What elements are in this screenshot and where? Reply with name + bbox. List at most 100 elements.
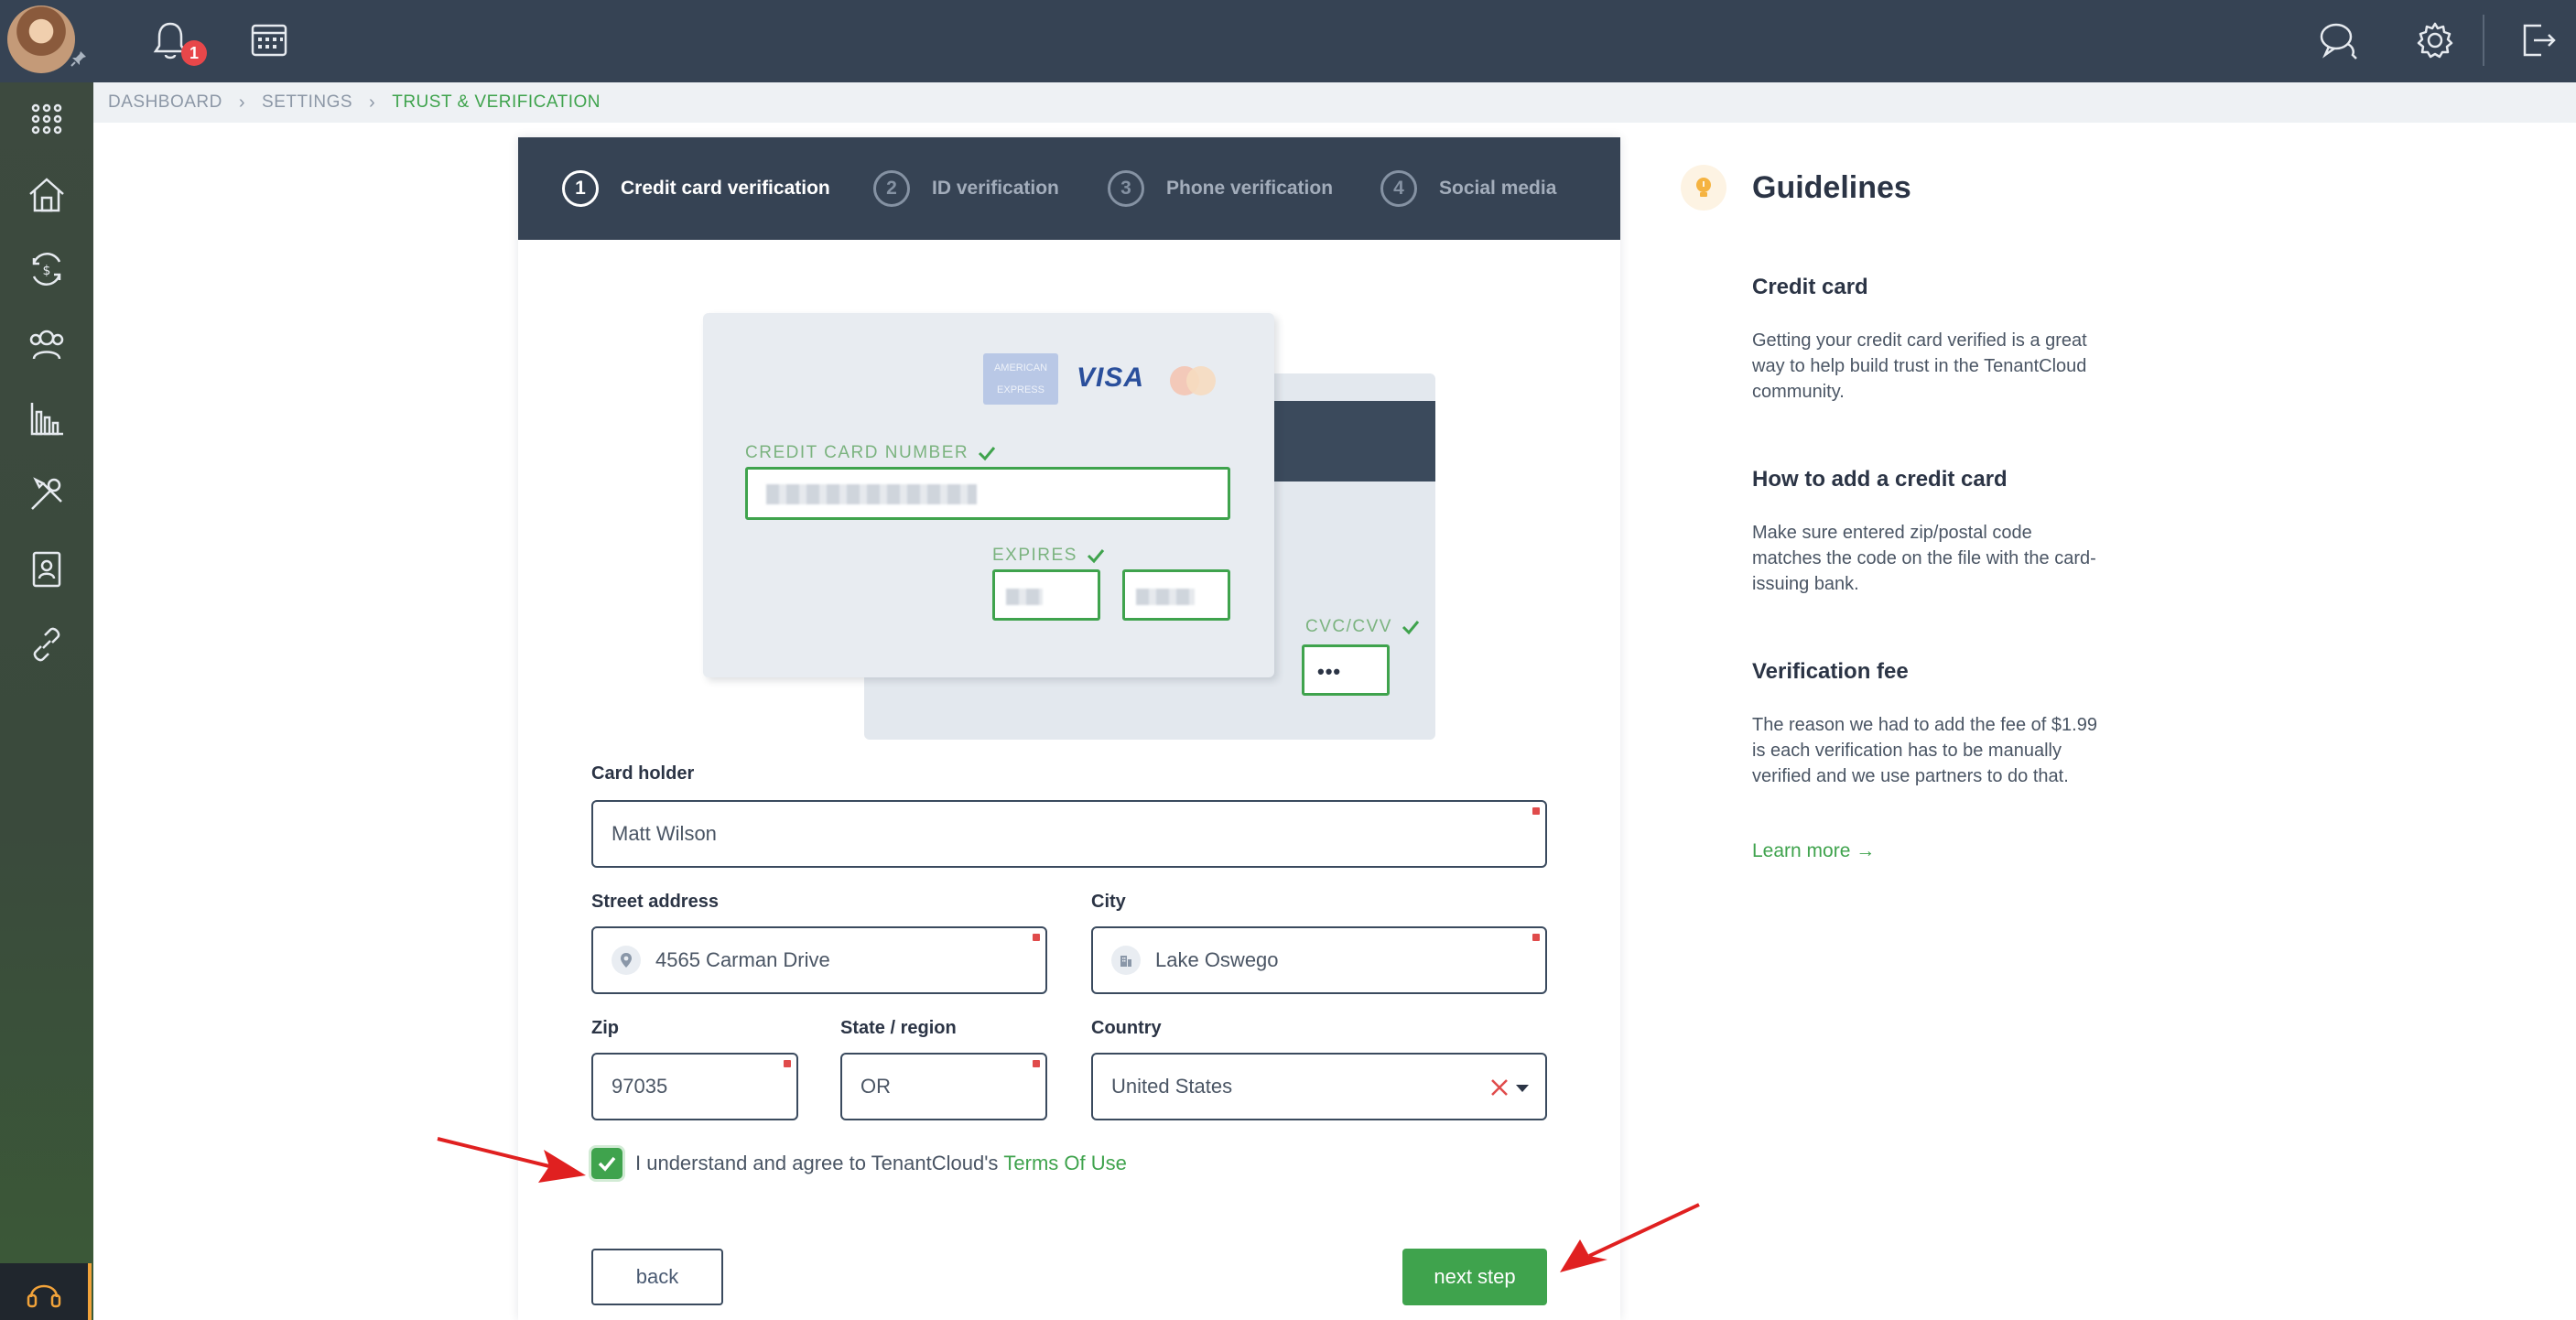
- gear-icon[interactable]: [2411, 16, 2459, 64]
- logout-icon[interactable]: [2514, 16, 2561, 64]
- sidebar-item-properties[interactable]: [0, 157, 93, 231]
- agree-text: I understand and agree to TenantCloud's: [635, 1152, 999, 1174]
- expiry-month-field[interactable]: [992, 569, 1100, 621]
- guideline-heading-add-card: How to add a credit card: [1752, 467, 2008, 492]
- clear-icon[interactable]: [1488, 1077, 1510, 1098]
- location-pin-icon: [612, 946, 641, 975]
- step-social[interactable]: 4 Social media: [1380, 137, 1556, 240]
- svg-text:$: $: [43, 264, 51, 278]
- required-marker: [1532, 934, 1540, 941]
- required-marker: [1532, 807, 1540, 815]
- zip-input[interactable]: 97035: [591, 1053, 798, 1120]
- sidebar-item-maintenance[interactable]: [0, 458, 93, 531]
- bar-chart-icon: [30, 403, 63, 436]
- check-icon: [1087, 549, 1105, 564]
- step-phone[interactable]: 3 Phone verification: [1108, 137, 1333, 240]
- masked-expiry-year: [1136, 589, 1195, 605]
- masked-card-number: [766, 484, 977, 504]
- card-front-illustration: AMERICAN EXPRESS VISA CREDIT CARD NUMBER…: [703, 313, 1274, 677]
- step-label: ID verification: [932, 178, 1059, 199]
- guideline-text-add-card: Make sure entered zip/postal code matche…: [1752, 523, 2096, 594]
- sidebar-item-integrations[interactable]: [0, 608, 93, 681]
- agree-checkbox[interactable]: [591, 1148, 622, 1179]
- zip-value: 97035: [612, 1075, 668, 1098]
- pin-icon[interactable]: [70, 49, 88, 68]
- card-holder-label: Card holder: [591, 763, 695, 784]
- state-value: OR: [860, 1075, 891, 1098]
- required-marker: [1033, 934, 1040, 941]
- back-button[interactable]: back: [591, 1249, 723, 1305]
- expires-label: EXPIRES: [992, 546, 1105, 566]
- house-icon: [29, 178, 64, 212]
- card-number-label: CREDIT CARD NUMBER: [745, 443, 996, 463]
- breadcrumb: DASHBOARD › SETTINGS › TRUST & VERIFICAT…: [93, 82, 2576, 123]
- step-label: Credit card verification: [621, 178, 830, 199]
- annotation-arrow-icon: [437, 1137, 586, 1183]
- expiry-year-field[interactable]: [1122, 569, 1230, 621]
- verification-panel: 1 Credit card verification 2 ID verifica…: [518, 137, 1620, 1320]
- chevron-down-icon[interactable]: [1516, 1085, 1529, 1092]
- notification-badge: 1: [181, 40, 207, 66]
- step-number: 2: [873, 170, 910, 207]
- grid-icon: [31, 103, 62, 135]
- annotation-arrow-icon: [1560, 1203, 1700, 1272]
- tools-icon: [31, 477, 62, 510]
- expires-label-text: EXPIRES: [992, 546, 1077, 565]
- step-number: 3: [1108, 170, 1144, 207]
- required-marker: [784, 1060, 791, 1067]
- next-step-button[interactable]: next step: [1402, 1249, 1547, 1305]
- chevron-right-icon: ›: [238, 92, 246, 113]
- user-avatar[interactable]: [7, 5, 75, 73]
- masked-expiry-month: [1006, 589, 1043, 605]
- document-user-icon: [32, 551, 61, 588]
- sidebar-item-reports[interactable]: [0, 383, 93, 456]
- users-icon: [29, 330, 64, 360]
- street-address-input[interactable]: 4565 Carman Drive: [591, 926, 1047, 994]
- calendar-icon[interactable]: [245, 16, 293, 64]
- sidebar: $: [0, 82, 93, 1320]
- breadcrumb-dashboard[interactable]: DASHBOARD: [108, 92, 222, 113]
- guideline-heading-credit-card: Credit card: [1752, 275, 1868, 299]
- card-holder-input[interactable]: Matt Wilson: [591, 800, 1547, 868]
- country-value: United States: [1111, 1075, 1233, 1098]
- state-input[interactable]: OR: [840, 1053, 1047, 1120]
- city-value: Lake Oswego: [1155, 948, 1279, 971]
- topbar-divider: [2483, 15, 2484, 66]
- chevron-right-icon: ›: [369, 92, 376, 113]
- sidebar-item-people[interactable]: [0, 308, 93, 381]
- check-icon: [1402, 621, 1420, 635]
- step-credit-card[interactable]: 1 Credit card verification: [562, 137, 830, 240]
- guidelines-title: Guidelines: [1752, 170, 1911, 205]
- sidebar-item-apps[interactable]: [0, 82, 93, 156]
- mastercard-logo: [1170, 366, 1216, 395]
- terms-of-use-link[interactable]: Terms Of Use: [1003, 1152, 1126, 1175]
- breadcrumb-settings[interactable]: SETTINGS: [262, 92, 352, 113]
- city-label: City: [1091, 892, 1126, 912]
- sidebar-item-accounting[interactable]: $: [0, 233, 93, 306]
- visa-logo: VISA: [1077, 362, 1145, 393]
- card-holder-value: Matt Wilson: [612, 822, 717, 845]
- headset-icon: [27, 1284, 61, 1308]
- required-marker: [1033, 1060, 1040, 1067]
- cvc-label: CVC/CVV: [1305, 617, 1420, 637]
- step-number: 4: [1380, 170, 1417, 207]
- link-icon: [33, 627, 60, 662]
- cvc-field[interactable]: •••: [1302, 644, 1390, 696]
- amex-logo: AMERICAN EXPRESS: [983, 353, 1058, 405]
- learn-more-link[interactable]: Learn more →: [1752, 840, 1875, 862]
- terms-agreement: I understand and agree to TenantCloud's …: [591, 1148, 1127, 1179]
- chat-icon[interactable]: [2314, 16, 2362, 64]
- country-label: Country: [1091, 1018, 1162, 1038]
- sidebar-item-documents[interactable]: [0, 533, 93, 606]
- cvc-value: •••: [1317, 660, 1342, 683]
- city-input[interactable]: Lake Oswego: [1091, 926, 1547, 994]
- guideline-text-credit-card: Getting your credit card verified is a g…: [1752, 330, 2087, 402]
- step-id[interactable]: 2 ID verification: [873, 137, 1059, 240]
- zip-label: Zip: [591, 1018, 619, 1038]
- help-support-button[interactable]: [0, 1263, 92, 1320]
- guideline-text-fee: The reason we had to add the fee of $1.9…: [1752, 715, 2097, 786]
- country-select[interactable]: United States: [1091, 1053, 1547, 1120]
- street-address-value: 4565 Carman Drive: [655, 948, 830, 971]
- card-number-field[interactable]: [745, 467, 1230, 520]
- state-label: State / region: [840, 1018, 957, 1038]
